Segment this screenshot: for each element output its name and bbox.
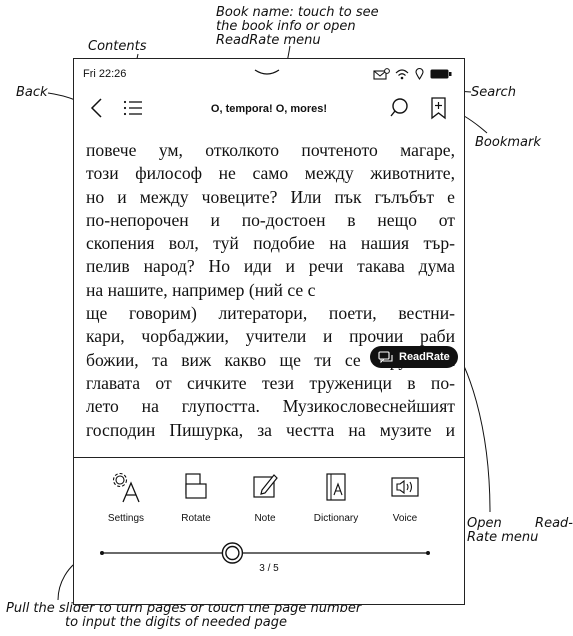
text-line: лето на глупостта. Музикословеснейшият bbox=[86, 396, 455, 417]
status-icons bbox=[373, 67, 452, 81]
wifi-icon bbox=[395, 69, 409, 80]
location-icon bbox=[415, 67, 424, 81]
battery-icon bbox=[430, 69, 452, 79]
text-line: господин Пишурка, за честта на музите и bbox=[86, 419, 455, 440]
text-line: ще говорим) литератори, поети, вестни- bbox=[86, 303, 455, 324]
clock: Fri 22:26 bbox=[83, 68, 127, 80]
top-toolbar: O, tempora! O, mores! bbox=[74, 91, 464, 127]
readrate-icon bbox=[378, 350, 393, 363]
slider-handle[interactable] bbox=[221, 542, 244, 564]
annotation-open-readrate: Open Read- Rate menu bbox=[467, 516, 573, 545]
text-line: пелив народ? Но иди и речи такава дума bbox=[86, 256, 455, 277]
text-line: на нашите, например (ний се с bbox=[86, 279, 316, 300]
text-line: този философ не само между животните, bbox=[86, 163, 455, 184]
readrate-button[interactable]: ReadRate bbox=[370, 346, 458, 368]
settings-icon bbox=[112, 472, 140, 503]
reading-area[interactable]: повече ум, отколкото почтеното магаре, т… bbox=[74, 139, 464, 457]
settings-button[interactable]: Settings bbox=[91, 471, 161, 524]
annotation-search: Search bbox=[471, 85, 516, 100]
text-line: повече ум, отколкото почтеното магаре, bbox=[86, 140, 455, 160]
panel-divider bbox=[74, 457, 464, 458]
annotation-bookmark: Bookmark bbox=[475, 135, 541, 150]
dictionary-button[interactable]: Dictionary bbox=[301, 471, 371, 524]
chevron-down-icon[interactable] bbox=[252, 65, 282, 79]
bookmark-icon[interactable] bbox=[426, 95, 452, 121]
readrate-label: ReadRate bbox=[399, 351, 450, 363]
voice-button[interactable]: Voice bbox=[370, 471, 440, 524]
text-line: главата от сичките тези труженици в по- bbox=[86, 372, 455, 393]
search-icon[interactable] bbox=[388, 95, 414, 121]
page-number[interactable]: 3 / 5 bbox=[249, 563, 289, 574]
annotation-slider-hint: Pull the slider to turn pages or touch t… bbox=[6, 601, 362, 630]
rotate-button[interactable]: Rotate bbox=[161, 471, 231, 524]
reader-screen: Fri 22:26 O, tempora! O, mores! повече у… bbox=[73, 58, 465, 605]
text-line: но и между човеците? Или пък гълъбът е bbox=[86, 186, 455, 207]
voice-label: Voice bbox=[392, 513, 418, 524]
settings-label: Settings bbox=[107, 513, 145, 524]
slider-end-dot bbox=[426, 551, 430, 555]
text-line: скопения вол, туй подобие на нашия тър- bbox=[86, 233, 455, 254]
rotate-icon bbox=[185, 473, 207, 499]
voice-icon bbox=[391, 477, 419, 497]
note-icon bbox=[253, 474, 278, 498]
annotation-contents: Contents bbox=[88, 39, 147, 54]
note-button[interactable]: Note bbox=[230, 471, 300, 524]
annotation-book-name: Book name: touch to see the book info or… bbox=[216, 5, 379, 48]
mail-icon bbox=[373, 68, 390, 80]
text-line: по-непорочен и по-достоен в нещо от bbox=[86, 209, 455, 230]
status-bar: Fri 22:26 bbox=[74, 59, 464, 89]
rotate-label: Rotate bbox=[181, 513, 211, 524]
dictionary-icon bbox=[326, 473, 346, 501]
annotation-back: Back bbox=[16, 85, 48, 100]
note-label: Note bbox=[254, 513, 276, 524]
dictionary-label: Dictionary bbox=[313, 513, 359, 524]
slider-start-dot bbox=[100, 551, 104, 555]
